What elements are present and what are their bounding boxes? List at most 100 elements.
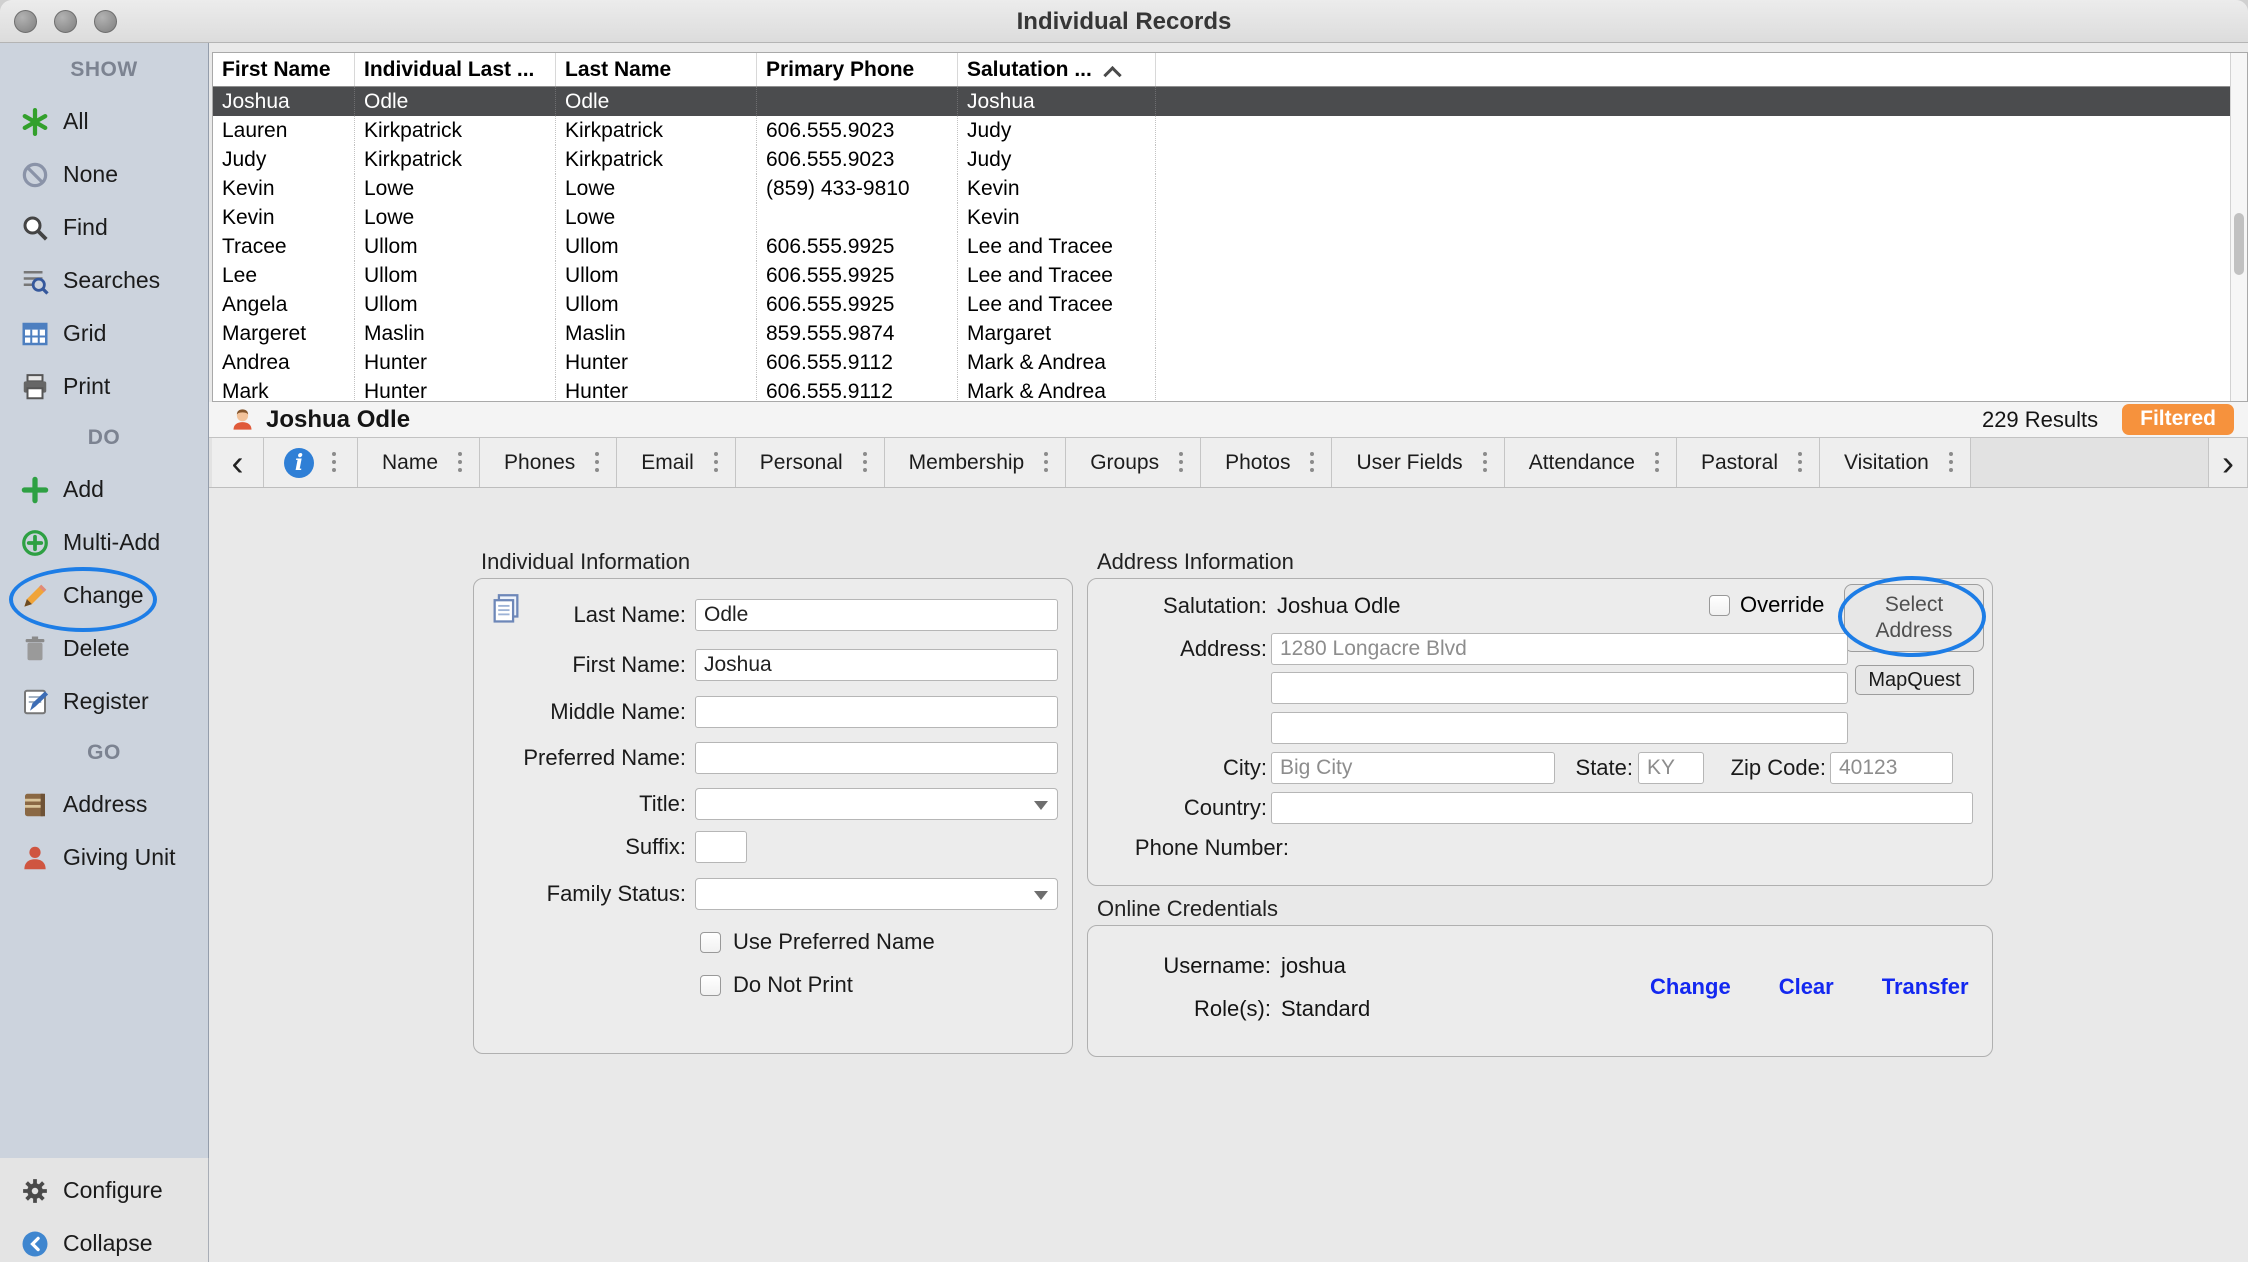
tab-grip-icon	[863, 452, 868, 473]
sidebar-item-register[interactable]: Register	[0, 675, 208, 728]
sidebar-item-change[interactable]: Change	[0, 569, 208, 622]
tab-grip-icon	[1655, 452, 1660, 473]
table-cell: 859.555.9874	[757, 319, 958, 348]
country-input[interactable]	[1271, 792, 1973, 824]
table-row[interactable]: MargeretMaslinMaslin859.555.9874Margaret	[213, 319, 2247, 348]
table-cell	[1156, 377, 2247, 401]
table-row[interactable]: AndreaHunterHunter606.555.9112Mark & And…	[213, 348, 2247, 377]
address-line3-input[interactable]	[1271, 712, 1848, 744]
preferred-name-input[interactable]	[695, 742, 1058, 774]
minimize-window-button[interactable]	[54, 10, 77, 33]
tab-name[interactable]: Name	[358, 438, 480, 487]
sidebar-item-print[interactable]: Print	[0, 360, 208, 413]
suffix-input[interactable]	[695, 831, 747, 863]
tab-photos[interactable]: Photos	[1201, 438, 1332, 487]
last-name-input[interactable]	[695, 599, 1058, 631]
do-not-print-checkbox[interactable]	[700, 975, 721, 996]
table-cell: Tracee	[213, 232, 355, 261]
sidebar-item-label: Address	[63, 791, 147, 818]
tab-visitation[interactable]: Visitation	[1820, 438, 1971, 487]
sidebar-item-add[interactable]: Add	[0, 463, 208, 516]
table-cell: 606.555.9023	[757, 145, 958, 174]
sidebar-item-label: Print	[63, 373, 110, 400]
tab-pastoral[interactable]: Pastoral	[1677, 438, 1820, 487]
override-checkbox[interactable]	[1709, 595, 1730, 616]
state-input[interactable]	[1638, 752, 1704, 784]
sidebar-item-grid[interactable]: Grid	[0, 307, 208, 360]
tab-membership[interactable]: Membership	[885, 438, 1067, 487]
address-line1-input[interactable]	[1271, 633, 1848, 665]
column-header-label: Primary Phone	[766, 58, 914, 81]
tab-label: Groups	[1090, 451, 1159, 475]
filtered-badge[interactable]: Filtered	[2122, 404, 2234, 435]
giving-unit-icon	[20, 843, 50, 873]
close-window-button[interactable]	[14, 10, 37, 33]
select-address-button[interactable]: Select Address	[1844, 584, 1984, 652]
table-row[interactable]: KevinLoweLoweKevin	[213, 203, 2247, 232]
sidebar-item-all[interactable]: All	[0, 95, 208, 148]
record-info-tab[interactable]	[264, 438, 358, 487]
tab-scroll-left-button[interactable]	[212, 438, 264, 487]
tab-phones[interactable]: Phones	[480, 438, 617, 487]
sidebar-item-delete[interactable]: Delete	[0, 622, 208, 675]
middle-name-label: Middle Name:	[474, 699, 686, 725]
table-row[interactable]: LaurenKirkpatrickKirkpatrick606.555.9023…	[213, 116, 2247, 145]
tab-scroll-right-button[interactable]	[2208, 438, 2248, 487]
credentials-transfer-link[interactable]: Transfer	[1882, 974, 1969, 1000]
tab-groups[interactable]: Groups	[1066, 438, 1201, 487]
sidebar-item-collapse[interactable]: Collapse	[0, 1217, 208, 1262]
column-header-individual-last[interactable]: Individual Last ...	[355, 53, 556, 86]
column-header-salutation[interactable]: Salutation ...	[958, 53, 1156, 86]
family-status-label: Family Status:	[474, 881, 686, 907]
use-preferred-name-checkbox[interactable]	[700, 932, 721, 953]
table-row[interactable]: LeeUllomUllom606.555.9925Lee and Tracee	[213, 261, 2247, 290]
credentials-change-link[interactable]: Change	[1650, 974, 1731, 1000]
table-row[interactable]: MarkHunterHunter606.555.9112Mark & Andre…	[213, 377, 2247, 401]
records-table-header: First Name Individual Last ...Last Name Pr…	[213, 53, 2247, 87]
sidebar-item-label: Collapse	[63, 1230, 153, 1257]
table-row[interactable]: JudyKirkpatrickKirkpatrick606.555.9023Ju…	[213, 145, 2247, 174]
table-cell	[1156, 232, 2247, 261]
column-header-first-name[interactable]: First Name	[213, 53, 355, 86]
sidebar-item-none[interactable]: None	[0, 148, 208, 201]
individual-information-section: Last Name: First Name: Middle Name: Pref…	[473, 578, 1073, 1054]
table-row-selected[interactable]: JoshuaOdleOdleJoshua	[213, 87, 2247, 116]
sidebar-item-giving-unit[interactable]: Giving Unit	[0, 831, 208, 884]
table-scrollbar-thumb[interactable]	[2234, 213, 2244, 275]
table-scrollbar[interactable]	[2230, 53, 2247, 401]
table-row[interactable]: AngelaUllomUllom606.555.9925Lee and Trac…	[213, 290, 2247, 319]
first-name-input[interactable]	[695, 649, 1058, 681]
tab-user-fields[interactable]: User Fields	[1332, 438, 1504, 487]
table-cell: Lowe	[355, 174, 556, 203]
table-row[interactable]: TraceeUllomUllom606.555.9925Lee and Trac…	[213, 232, 2247, 261]
configure-gear-icon	[20, 1176, 50, 1206]
title-dropdown[interactable]	[695, 788, 1058, 820]
middle-name-input[interactable]	[695, 696, 1058, 728]
tab-personal[interactable]: Personal	[736, 438, 885, 487]
online-credentials-section: Username: joshua Role(s): Standard Chang…	[1087, 925, 1993, 1057]
column-header-last-name[interactable]: Last Name	[556, 53, 757, 86]
table-cell: Ullom	[556, 232, 757, 261]
tab-email[interactable]: Email	[617, 438, 736, 487]
family-status-dropdown[interactable]	[695, 878, 1058, 910]
column-header-primary-phone[interactable]: Primary Phone	[757, 53, 958, 86]
credentials-clear-link[interactable]: Clear	[1779, 974, 1834, 1000]
zip-code-input[interactable]	[1830, 752, 1953, 784]
mapquest-button[interactable]: MapQuest	[1855, 665, 1974, 695]
table-cell: Andrea	[213, 348, 355, 377]
sidebar-item-searches[interactable]: Searches	[0, 254, 208, 307]
tab-attendance[interactable]: Attendance	[1505, 438, 1677, 487]
sidebar-item-address[interactable]: Address	[0, 778, 208, 831]
sidebar-item-find[interactable]: Find	[0, 201, 208, 254]
table-row[interactable]: KevinLoweLowe(859) 433-9810Kevin	[213, 174, 2247, 203]
column-header-label: First Name	[222, 58, 331, 81]
address-line2-input[interactable]	[1271, 672, 1848, 704]
sidebar-section-header-show: SHOW	[0, 45, 208, 95]
sidebar-item-multi-add[interactable]: Multi-Add	[0, 516, 208, 569]
sidebar-item-configure[interactable]: Configure	[0, 1164, 208, 1217]
zoom-window-button[interactable]	[94, 10, 117, 33]
table-cell: Margaret	[958, 319, 1156, 348]
zip-code-label: Zip Code:	[1704, 755, 1826, 781]
sidebar-item-label: Change	[63, 582, 144, 609]
city-input[interactable]	[1271, 752, 1555, 784]
